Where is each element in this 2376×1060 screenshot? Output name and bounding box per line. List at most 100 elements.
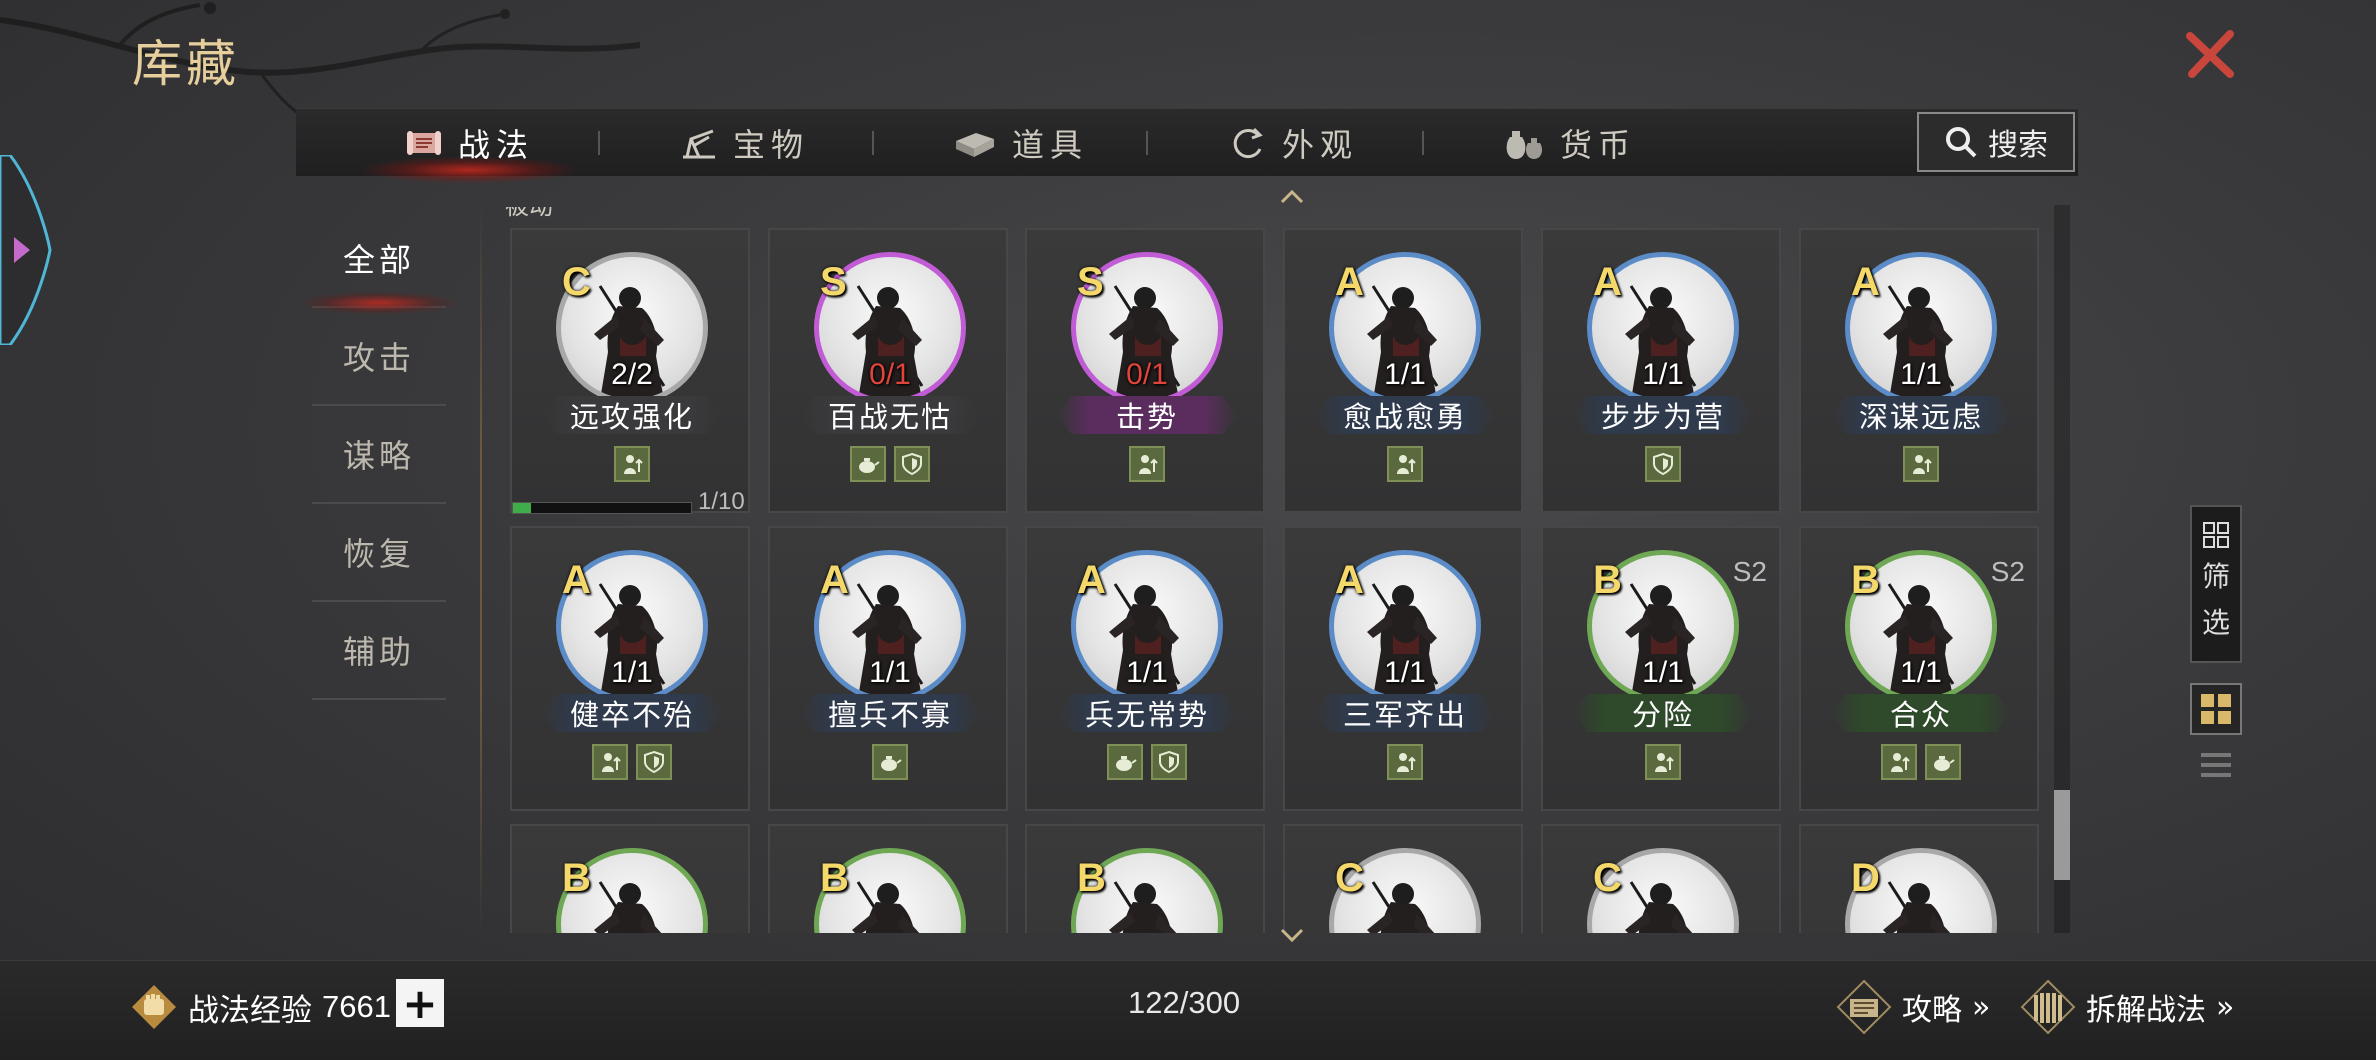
- tactic-type-icons: [1801, 744, 2041, 780]
- sidebar-item-attack[interactable]: 攻击: [312, 308, 446, 406]
- tactic-card[interactable]: B: [510, 824, 750, 933]
- exp-label: 战法经验: [188, 992, 312, 1028]
- filter-grid-icon: [2203, 522, 2229, 548]
- tab-treasure[interactable]: 宝物: [679, 109, 809, 177]
- shield-icon: [636, 744, 672, 780]
- sidebar-item-recovery[interactable]: 恢复: [312, 504, 446, 602]
- grade-badge: C: [1593, 856, 1622, 900]
- tactic-card[interactable]: A 1/1 步步为营: [1541, 228, 1781, 513]
- grade-badge: B: [1077, 856, 1106, 900]
- list-view-toggle[interactable]: [2190, 745, 2242, 785]
- tactic-card[interactable]: S 0/1 击势: [1025, 228, 1265, 513]
- tactic-type-icons: [1543, 744, 1783, 780]
- owned-count: 1/1: [1642, 656, 1684, 689]
- tactic-card[interactable]: S 0/1 百战无怙: [768, 228, 1008, 513]
- filter-label: 选: [2201, 606, 2230, 639]
- tactic-card[interactable]: C 2/2 远攻强化 1/10: [510, 228, 750, 515]
- dismantle-tactic-button[interactable]: 拆解战法 »: [2020, 979, 2234, 1035]
- scroll-icon: [407, 131, 441, 155]
- owned-count: 1/1: [1900, 656, 1942, 689]
- tactic-card[interactable]: A 1/1 擅兵不寡: [768, 526, 1008, 811]
- tactic-card[interactable]: B: [768, 824, 1008, 933]
- attack-icon: [592, 744, 628, 780]
- scroll-down-arrow-icon[interactable]: [1280, 928, 1304, 942]
- grade-badge: A: [1335, 260, 1364, 304]
- tactic-type-icons: [1027, 446, 1267, 482]
- grade-badge: B: [1593, 558, 1622, 602]
- grade-badge: D: [1851, 856, 1880, 900]
- tactic-card[interactable]: A 1/1 兵无常势: [1025, 526, 1265, 811]
- list-view-icon-line: [2201, 763, 2231, 767]
- tactic-name: 步步为营: [1573, 396, 1753, 434]
- attack-icon: [1903, 446, 1939, 482]
- tactic-name: 远攻强化: [542, 396, 722, 434]
- tab-tactics[interactable]: 战法: [364, 109, 575, 183]
- tactic-card[interactable]: A 1/1 深谋远虑: [1799, 228, 2039, 513]
- sidebar-item-support[interactable]: 辅助: [312, 602, 446, 700]
- shield-icon: [1645, 446, 1681, 482]
- grid-scrollbar-thumb[interactable]: [2054, 790, 2070, 880]
- search-button[interactable]: 搜索: [1917, 112, 2075, 172]
- sidebar-item-label: 谋略: [342, 437, 415, 475]
- grade-badge: A: [1335, 558, 1364, 602]
- close-icon[interactable]: [2180, 24, 2240, 84]
- tactic-card[interactable]: B: [1025, 824, 1265, 933]
- tactic-card[interactable]: B S2 1/1 分险: [1541, 526, 1781, 811]
- owned-count: 1/1: [869, 656, 911, 689]
- owned-count: 1/1: [1900, 358, 1942, 391]
- tactic-exp: 战法经验 7661: [130, 983, 391, 1031]
- grade-badge: B: [820, 856, 849, 900]
- sidebar-divider: [480, 205, 482, 935]
- tab-currency[interactable]: 货币: [1502, 109, 1636, 177]
- category-tab-bar: 战法 宝物 道具 外观 货币 搜索: [296, 108, 2078, 183]
- grade-badge: C: [562, 260, 591, 304]
- tactic-type-icons: [1285, 744, 1525, 780]
- tab-items[interactable]: 道具: [952, 109, 1088, 177]
- coin-bag-icon: [1506, 131, 1542, 159]
- sidebar-item-label: 恢复: [342, 535, 415, 573]
- guide-button[interactable]: 攻略 »: [1836, 979, 1990, 1035]
- tactic-card[interactable]: D: [1799, 824, 2039, 933]
- filter-button[interactable]: 筛 选: [2190, 505, 2242, 663]
- sidebar-item-all[interactable]: 全部: [302, 210, 456, 314]
- chevron-right-icon: »: [2216, 989, 2235, 1025]
- owned-count: 1/1: [1384, 656, 1426, 689]
- tactic-card[interactable]: A 1/1 愈战愈勇: [1283, 228, 1523, 513]
- tactic-name: 分险: [1573, 694, 1753, 732]
- attack-icon: [1129, 446, 1165, 482]
- tactic-type-icons: [1285, 446, 1525, 482]
- tactic-card[interactable]: C: [1283, 824, 1523, 933]
- tactic-card[interactable]: A 1/1 健卒不殆: [510, 526, 750, 811]
- tab-label: 宝物: [733, 126, 810, 164]
- tactic-card[interactable]: C: [1541, 824, 1781, 933]
- tactic-type-icons: [1543, 446, 1783, 482]
- grade-badge: A: [820, 558, 849, 602]
- tactic-card[interactable]: A 1/1 三军齐出: [1283, 526, 1523, 811]
- tactic-type-icons: [770, 744, 1010, 780]
- tab-label: 外观: [1282, 126, 1359, 164]
- shield-icon: [894, 446, 930, 482]
- filter-label: 筛: [2201, 560, 2230, 593]
- tactic-card[interactable]: B S2 1/1 合众: [1799, 526, 2039, 811]
- side-drawer-handle[interactable]: [0, 155, 56, 345]
- tactic-name: 三军齐出: [1315, 694, 1495, 732]
- list-view-icon-line: [2201, 773, 2231, 777]
- tab-appearance[interactable]: 外观: [1228, 109, 1358, 177]
- bottom-bar: 战法经验 7661 + 122/300 攻略 » 拆解战法 »: [0, 960, 2376, 1060]
- sidebar-item-strategy[interactable]: 谋略: [312, 406, 446, 504]
- grade-badge: A: [562, 558, 591, 602]
- treasure-icon: [683, 129, 715, 159]
- exp-value: 7661: [322, 989, 391, 1024]
- add-exp-button[interactable]: +: [396, 979, 444, 1028]
- bamboo-scroll-icon: [2020, 979, 2076, 1035]
- progress-text: 1/10: [698, 488, 745, 515]
- tactic-type-icons: [1801, 446, 2041, 482]
- sidebar-item-label: 辅助: [342, 633, 415, 671]
- grade-badge: C: [1335, 856, 1364, 900]
- tab-label: 货币: [1560, 126, 1637, 164]
- search-icon: [1946, 127, 1977, 158]
- grid-view-toggle[interactable]: [2190, 683, 2242, 735]
- item-icon: [956, 133, 994, 157]
- tactic-name: 愈战愈勇: [1315, 396, 1495, 434]
- chevron-right-icon: »: [1972, 989, 1991, 1025]
